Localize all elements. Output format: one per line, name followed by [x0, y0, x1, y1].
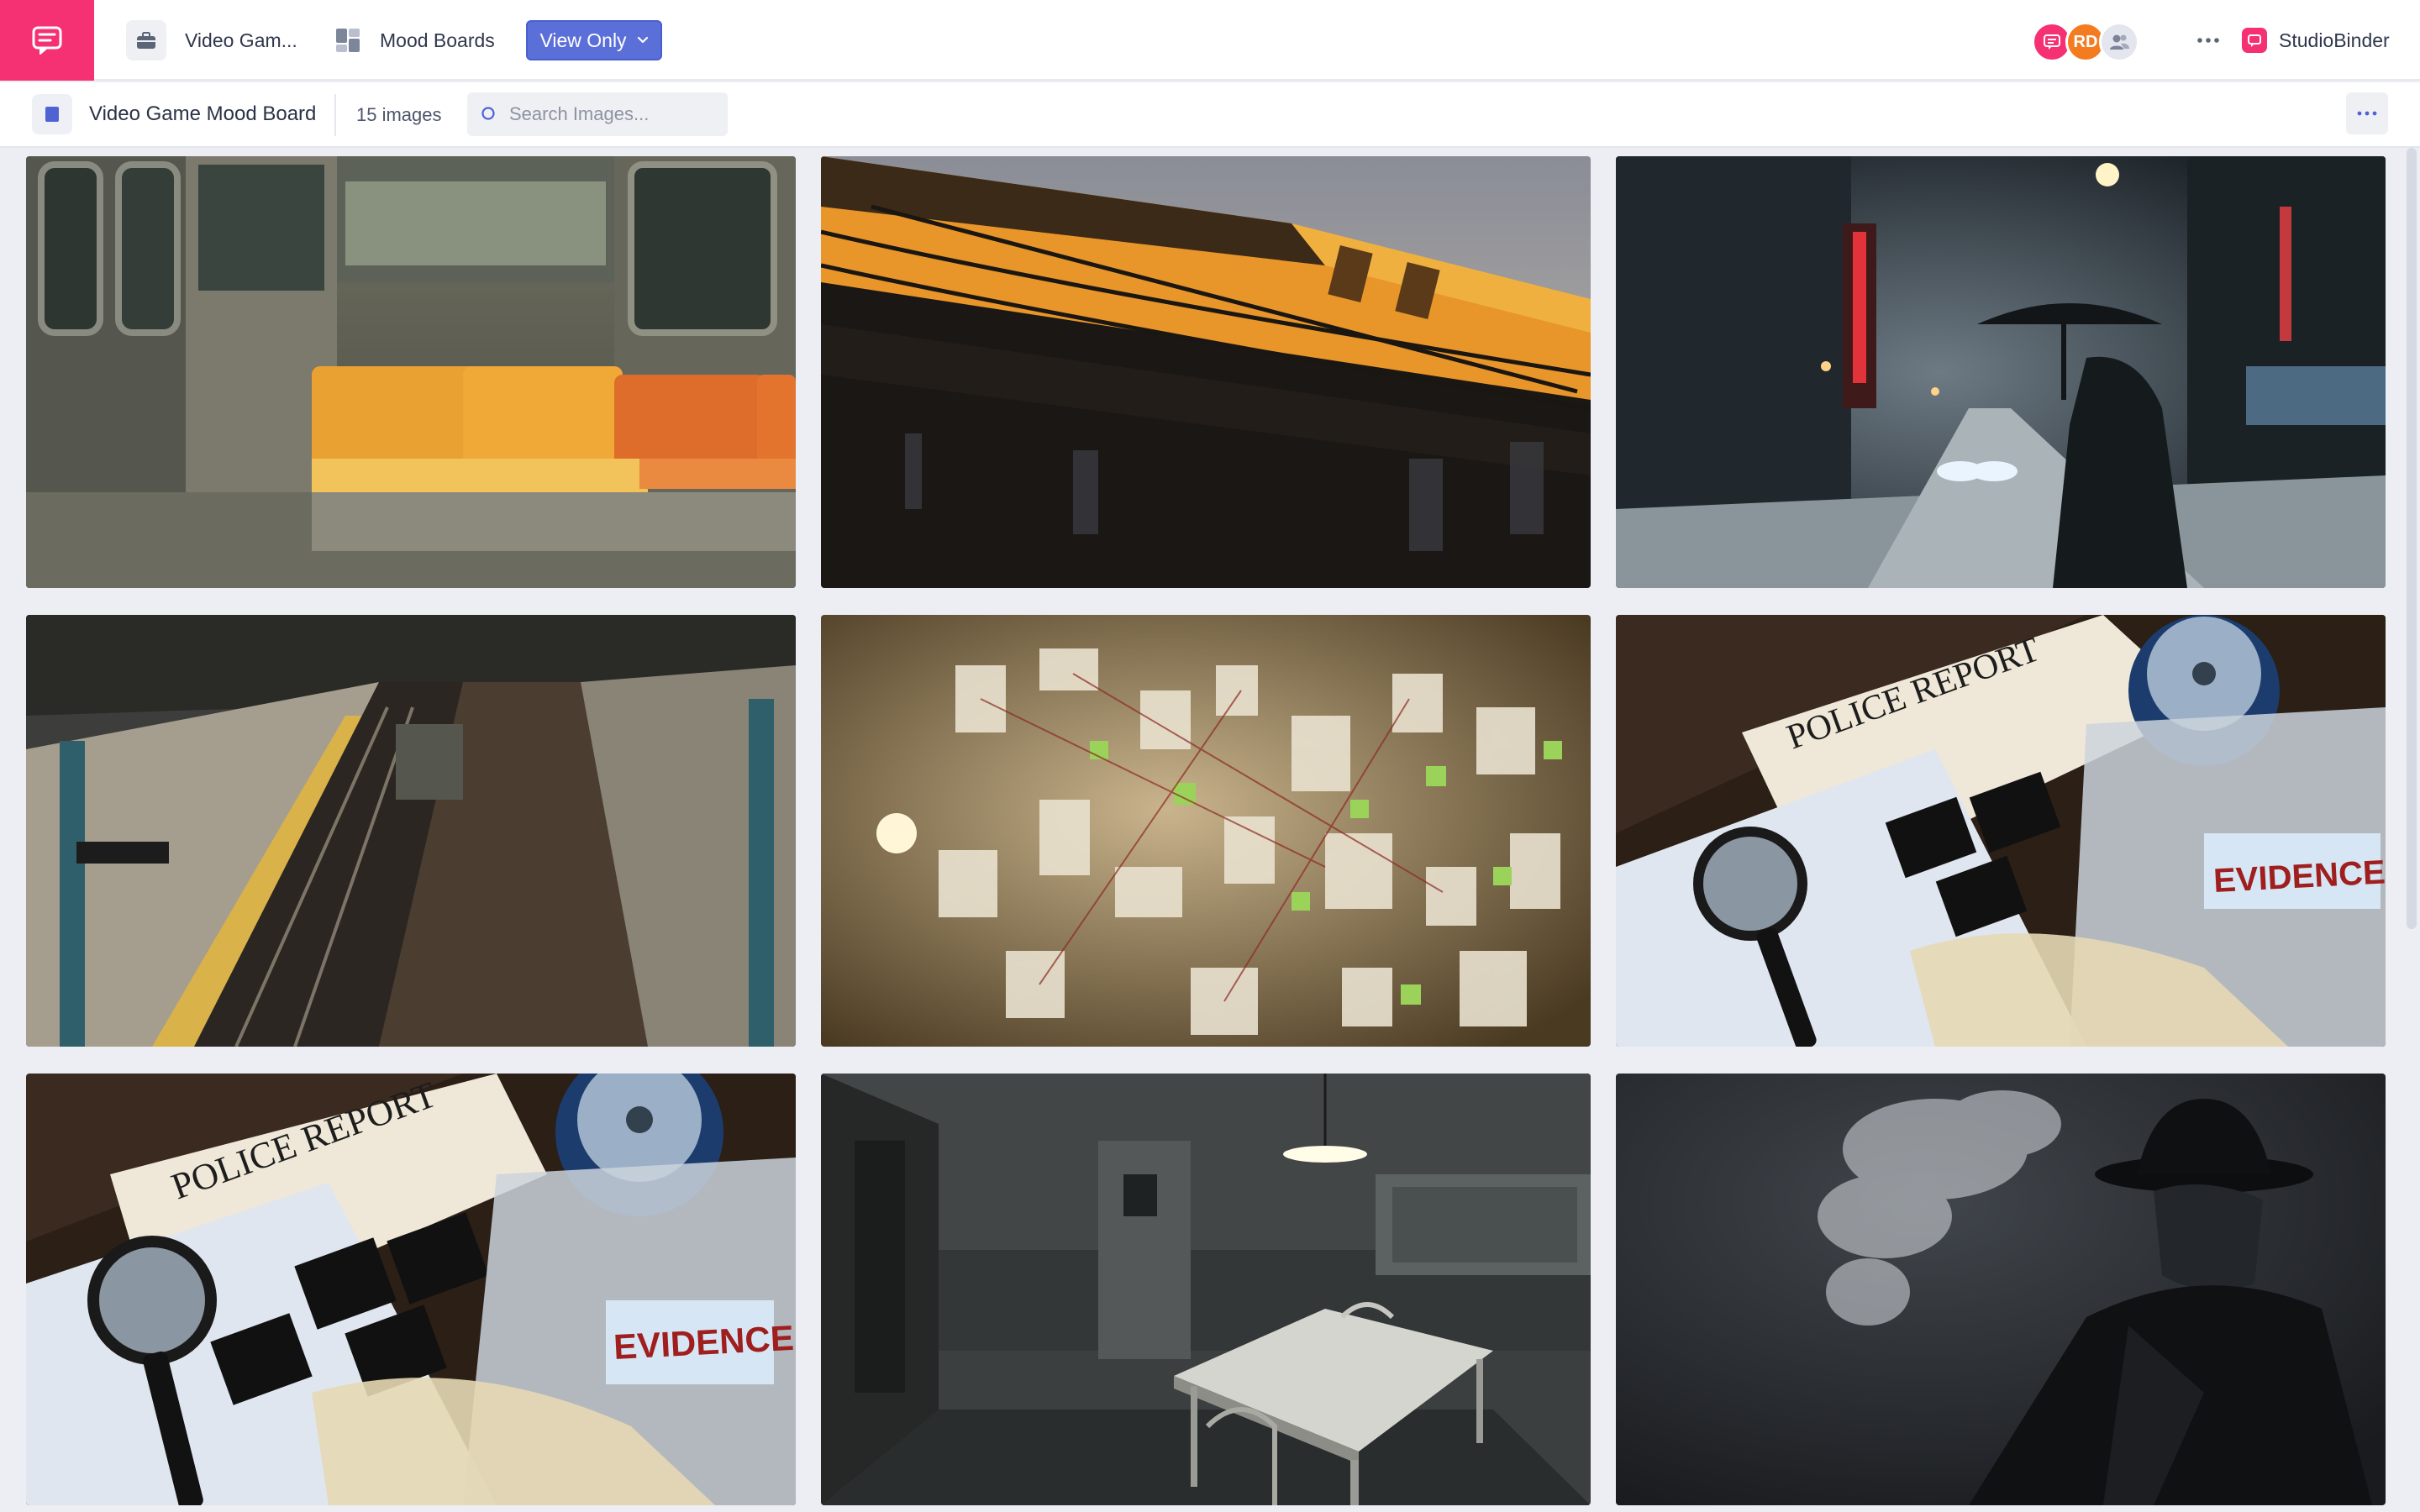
scrollbar-thumb[interactable] [2407, 148, 2417, 929]
chat-bubble-icon [32, 26, 62, 55]
breadcrumb-project-label: Video Gam... [185, 29, 297, 51]
studiobinder-account-menu[interactable]: StudioBinder [2242, 0, 2390, 81]
police-report-evidence-close-photo: POLICE REPORT EVIDENCE [26, 1074, 796, 1505]
subway-station-platform-photo [26, 615, 796, 1047]
search-input[interactable] [509, 103, 711, 125]
board-options-button[interactable] [2346, 92, 2388, 134]
police-report-evidence-photo: POLICE REPORT EVIDENCE [1616, 615, 2386, 1047]
subway-car-orange-seats-photo [26, 156, 796, 588]
mood-board-icon [336, 29, 360, 52]
image-tile[interactable] [26, 156, 796, 588]
investigation-board-clippings-photo [821, 615, 1591, 1047]
search-icon [481, 107, 495, 120]
brand-label: StudioBinder [2279, 29, 2390, 51]
ellipsis-icon [2197, 38, 2219, 43]
image-tile[interactable]: POLICE REPORT EVIDENCE [1616, 615, 2386, 1047]
image-tile[interactable] [821, 615, 1591, 1047]
avatar-initials: RD [2073, 32, 2098, 51]
toolbar-divider [334, 94, 336, 136]
image-tile[interactable]: POLICE REPORT EVIDENCE [26, 1074, 796, 1505]
top-navigation-bar: Video Gam... Mood Boards View Only RD St… [0, 0, 2420, 81]
image-grid: POLICE REPORT EVIDENCE POLICE REPORT EVI… [26, 156, 2386, 1505]
briefcase-icon [126, 20, 166, 60]
noir-detective-smoke-photo [1616, 1074, 2386, 1505]
radio-city-snowy-street-umbrella-photo [1616, 156, 2386, 588]
image-tile[interactable] [1616, 156, 2386, 588]
board-title-label: Video Game Mood Board [89, 102, 317, 125]
avatar[interactable] [2099, 22, 2139, 62]
breadcrumb-mood-boards[interactable]: Mood Boards [334, 0, 495, 81]
chevron-down-icon [637, 36, 648, 44]
search-box[interactable] [467, 92, 728, 136]
users-icon [2110, 34, 2129, 50]
elevated-train-sunset-graffiti-photo [821, 156, 1591, 588]
image-count: 15 images [356, 104, 442, 125]
app-logo[interactable] [0, 0, 94, 81]
chat-bubble-icon [2044, 34, 2060, 50]
image-tile[interactable] [1616, 1074, 2386, 1505]
view-only-label: View Only [539, 29, 627, 51]
ellipsis-icon [2357, 111, 2377, 116]
more-options-button[interactable] [2191, 25, 2225, 55]
image-tile[interactable] [821, 1074, 1591, 1505]
view-only-dropdown[interactable]: View Only [526, 20, 662, 60]
breadcrumb-project[interactable]: Video Gam... [126, 0, 297, 81]
collaborator-avatars: RD [2032, 22, 2139, 62]
interrogation-room-photo [821, 1074, 1591, 1505]
studiobinder-logo-icon [2242, 28, 2267, 53]
board-toolbar: Video Game Mood Board 15 images [0, 82, 2420, 148]
board-color-icon [32, 94, 72, 134]
image-tile[interactable] [821, 156, 1591, 588]
image-tile[interactable] [26, 615, 796, 1047]
breadcrumb-mood-boards-label: Mood Boards [380, 29, 495, 51]
board-title[interactable]: Video Game Mood Board [32, 91, 316, 138]
